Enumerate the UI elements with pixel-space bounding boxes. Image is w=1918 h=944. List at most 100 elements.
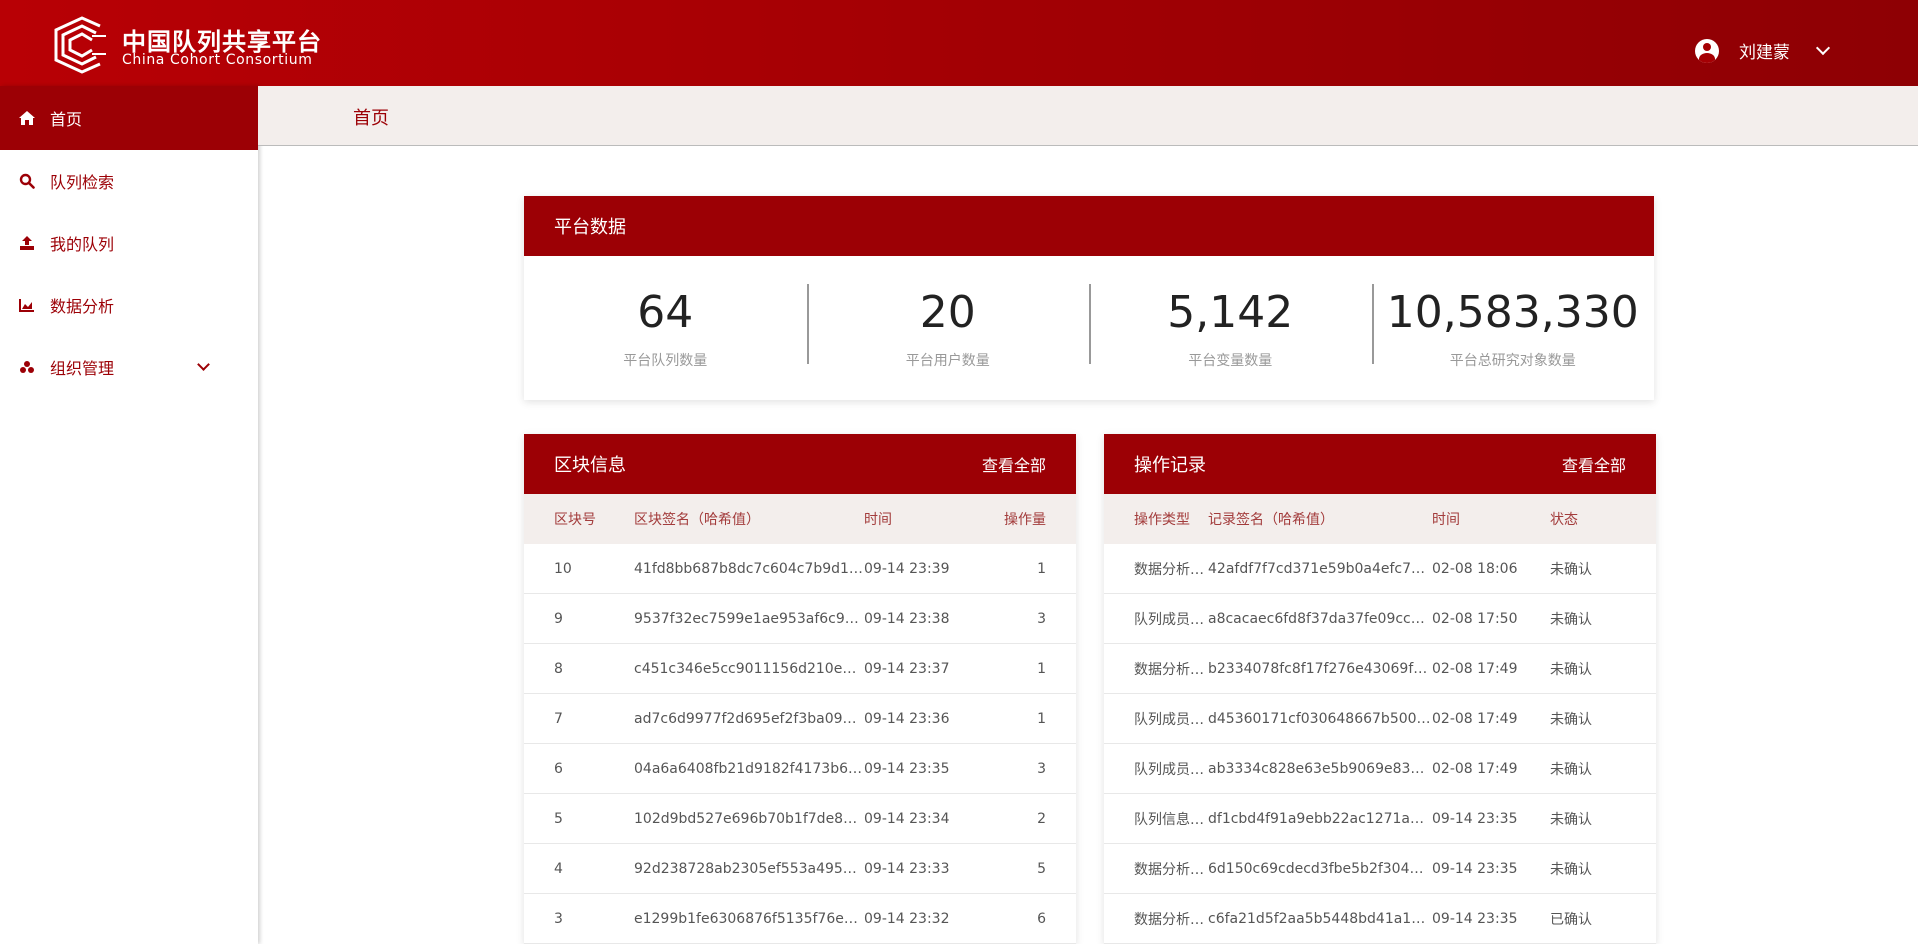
sidebar-item-label: 队列检索 (50, 173, 115, 192)
stat-value: 20 (919, 287, 976, 338)
table-cell: 队列信息更改 (1134, 811, 1208, 828)
panel-header: 区块信息 查看全部 (524, 434, 1076, 494)
table-row[interactable]: 队列成员权…ab3334c828e63e5b9069e83… 02-08 17:4… (1104, 744, 1656, 794)
operation-records-panel: 操作记录 查看全部 操作类型记录签名（哈希值）时间状态 数据分析删除42afdf… (1104, 434, 1656, 944)
table-cell: 3 (1037, 610, 1046, 627)
user-avatar-icon (1695, 38, 1719, 63)
table-cell: 数据分析删除 (1134, 561, 1208, 578)
platform-stats-panel: 平台数据 64 平台队列数量 20 平台用户数量 5,142 平台变量数量 10… (524, 196, 1654, 400)
chart-icon (18, 296, 36, 314)
table-cell: 42afdf7f7cd371e59b0a4efc7a… (1208, 560, 1432, 577)
stat-label: 平台变量数量 (1188, 353, 1273, 369)
table-row[interactable]: 6 04a6a6408fb21d9182f4173b6… 09-14 23:35 3 (524, 744, 1076, 794)
table-row[interactable]: 7 ad7c6d9977f2d695ef2f3ba09… 09-14 23:36 1 (524, 694, 1076, 744)
table-cell: 6 (1037, 910, 1046, 927)
panel-header: 操作记录 查看全部 (1104, 434, 1656, 494)
panel-title: 平台数据 (554, 217, 626, 238)
table-row[interactable]: 数据分析删除b2334078fc8f17f276e43069f…02-08 17… (1104, 644, 1656, 694)
table-cell: 09-14 23:35 (1432, 910, 1518, 927)
panel-header: 平台数据 (524, 196, 1654, 256)
column-header: 记录签名（哈希值） (1208, 512, 1334, 528)
table-cell: 04a6a6408fb21d9182f4173b6… (634, 760, 863, 777)
chevron-down-icon (1815, 40, 1831, 55)
panel-title: 区块信息 (554, 455, 626, 476)
table-cell: 未确认 (1550, 861, 1592, 878)
table-cell: b2334078fc8f17f276e43069f… (1208, 660, 1428, 677)
upload-icon (18, 234, 36, 252)
table-cell: 3 (554, 910, 563, 927)
table-cell: 未确认 (1550, 711, 1592, 728)
table-cell: 09-14 23:35 (1432, 860, 1518, 877)
stat-label: 平台用户数量 (905, 353, 990, 369)
table-row[interactable]: 10 41fd8bb687b8dc7c604c7b9d1… 09-14 23:39 1 (524, 544, 1076, 594)
sidebar-item-data-analysis[interactable]: 数据分析 (0, 274, 258, 336)
table-header: 操作类型 记录签名（哈希值） 时间 状态 (1104, 494, 1656, 544)
table-cell: 41fd8bb687b8dc7c604c7b9d1… (634, 560, 863, 577)
user-menu[interactable]: 刘建蒙 (1695, 38, 1831, 63)
table-cell: 数据分析删除 (1134, 661, 1208, 678)
table-cell: 9537f32ec7599e1ae953af6c9… (634, 610, 859, 627)
column-header: 时间 (864, 512, 892, 528)
table-row[interactable]: 队列成员新增a8cacaec6fd8f37da37fe09cc… 02-08 17… (1104, 594, 1656, 644)
table-cell: 2 (1037, 810, 1046, 827)
column-header: 区块号 (554, 512, 596, 528)
table-row[interactable]: 队列成员权…d45360171cf030648667b5001…02-08 17… (1104, 694, 1656, 744)
table-cell: 已确认 (1550, 911, 1592, 928)
column-header: 区块签名（哈希值） (634, 512, 760, 528)
table-row[interactable]: 3 e1299b1fe6306876f5135f76e… 09-14 23:32 6 (524, 894, 1076, 944)
table-cell: 09-14 23:38 (864, 610, 950, 627)
table-row[interactable]: 5 102d9bd527e696b70b1f7de8… 09-14 23:34 2 (524, 794, 1076, 844)
sidebar-item-cohort-search[interactable]: 队列检索 (0, 150, 258, 212)
table-cell: 09-14 23:39 (864, 560, 950, 577)
view-all-link[interactable]: 查看全部 (1562, 452, 1626, 476)
table-cell: 09-14 23:36 (864, 710, 950, 727)
table-cell: 8 (554, 660, 563, 677)
home-icon (18, 109, 36, 127)
table-cell: 5 (554, 810, 563, 827)
table-cell: 09-14 23:35 (1432, 810, 1518, 827)
stat-cohort-count: 64 平台队列数量 (524, 286, 807, 370)
table-cell: 未确认 (1550, 561, 1592, 578)
column-header: 操作类型 (1134, 512, 1190, 528)
block-info-panel: 区块信息 查看全部 区块号 区块签名（哈希值） 时间 操作量 10 41fd8bb687… (524, 434, 1076, 944)
table-cell: 09-14 23:37 (864, 660, 950, 677)
panel-title: 操作记录 (1134, 455, 1206, 476)
view-all-link[interactable]: 查看全部 (982, 452, 1046, 476)
sidebar-item-home[interactable]: 首页 (0, 86, 258, 150)
table-row[interactable]: 队列信息更改df1cbd4f91a9ebb22ac1271a80…09-14 2… (1104, 794, 1656, 844)
table-cell: 92d238728ab2305ef553a495… (634, 860, 857, 877)
table-cell: 02-08 17:49 (1432, 760, 1518, 777)
breadcrumb: 首页 (258, 86, 1918, 146)
table-cell: e1299b1fe6306876f5135f76e… (634, 910, 858, 927)
table-cell: 09-14 23:32 (864, 910, 950, 927)
table-cell: df1cbd4f91a9ebb22ac1271a80… (1208, 810, 1432, 827)
table-cell: c6fa21d5f2aa5b5448bd41a1d… (1208, 910, 1432, 927)
table-cell: 7 (554, 710, 563, 727)
table-row[interactable]: 数据分析删除42afdf7f7cd371e59b0a4efc7a…02-08 1… (1104, 544, 1656, 594)
table-row[interactable]: 数据分析更改6d150c69cdecd3fbe5b2f304… 09-14 23:… (1104, 844, 1656, 894)
table-cell: 02-08 17:49 (1432, 660, 1518, 677)
table-cell: 队列成员权… (1134, 711, 1208, 728)
table-row[interactable]: 4 92d238728ab2305ef553a495… 09-14 23:33 5 (524, 844, 1076, 894)
stat-label: 平台总研究对象数量 (1449, 353, 1576, 369)
table-cell: c451c346e5cc9011156d210eb… (634, 660, 864, 677)
table-row[interactable]: 数据分析导入c6fa21d5f2aa5b5448bd41a1d…09-14 23… (1104, 894, 1656, 944)
table-row[interactable]: 9 9537f32ec7599e1ae953af6c9… 09-14 23:38 3 (524, 594, 1076, 644)
top-bar: 中国队列共享平台 China Cohort Consortium 刘建蒙 (0, 0, 1918, 86)
table-cell: 02-08 17:50 (1432, 610, 1518, 627)
table-cell: 9 (554, 610, 563, 627)
stat-user-count: 20 平台用户数量 (806, 284, 1090, 370)
table-cell: 数据分析更改 (1134, 861, 1208, 878)
table-cell: 5 (1037, 860, 1046, 877)
sidebar-item-label: 首页 (50, 110, 83, 129)
stat-value: 64 (637, 287, 694, 338)
table-cell: 未确认 (1550, 811, 1592, 828)
sidebar-item-org-management[interactable]: 组织管理 (0, 336, 258, 398)
sidebar-item-my-cohort[interactable]: 我的队列 (0, 212, 258, 274)
table-cell: 02-08 17:49 (1432, 710, 1518, 727)
stat-label: 平台队列数量 (623, 353, 708, 369)
table-header: 区块号 区块签名（哈希值） 时间 操作量 (524, 494, 1076, 544)
table-row[interactable]: 8 c451c346e5cc9011156d210eb… 09-14 23:37 1 (524, 644, 1076, 694)
user-name: 刘建蒙 (1739, 43, 1790, 63)
table-cell: 02-08 18:06 (1432, 560, 1518, 577)
